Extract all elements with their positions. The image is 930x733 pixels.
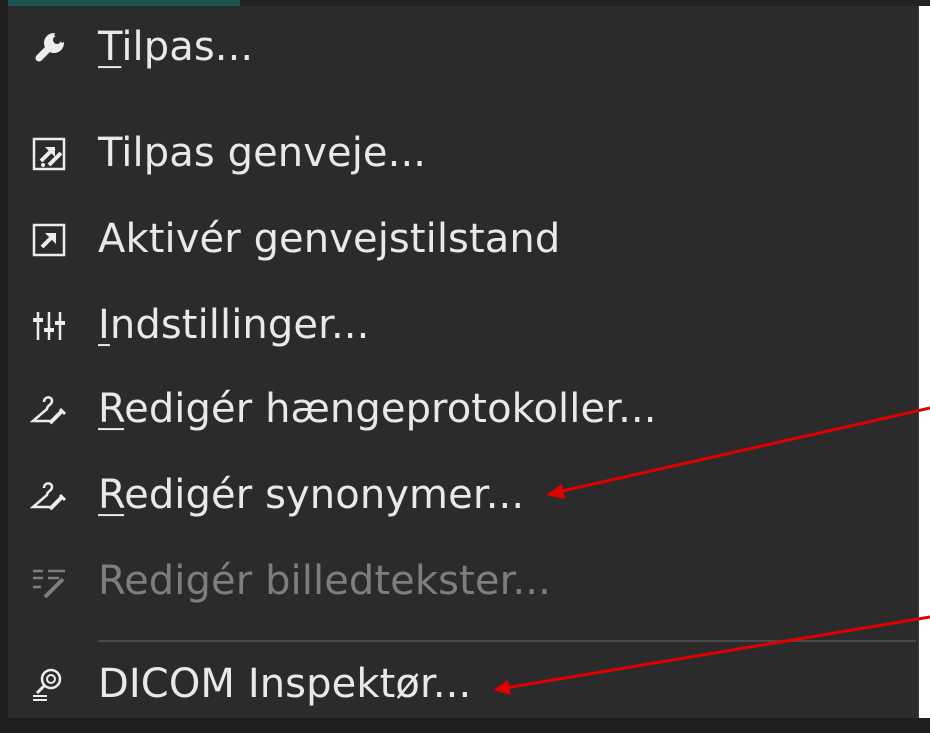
menu-item-label: Tilpas... (98, 24, 254, 71)
background-window-edge (0, 0, 8, 733)
hanger-edit-icon (30, 477, 68, 515)
hanger-edit-icon (30, 391, 68, 429)
menu-item-label: Redigér synonymer... (98, 472, 525, 519)
menu-item-label: Aktivér genvejstilstand (98, 216, 561, 263)
menu-item-edit-hanging-protocols[interactable]: Redigér hængeprotokoller... (8, 368, 918, 452)
menu-item-edit-synonyms[interactable]: Redigér synonymer... (8, 454, 918, 538)
menu-item-label: Redigér hængeprotokoller... (98, 386, 657, 433)
menu-item-customize-shortcuts[interactable]: Tilpas genveje... (8, 112, 918, 196)
menu-item-label: Tilpas genveje... (98, 130, 427, 177)
dicom-inspect-icon (30, 666, 68, 704)
shortcut-edit-icon (30, 135, 68, 173)
shortcut-arrow-icon (30, 221, 68, 259)
menu-item-edit-image-texts: Redigér billedtekster... (8, 540, 918, 624)
wrench-icon (30, 29, 68, 67)
menu-item-settings[interactable]: Indstillinger... (8, 284, 918, 368)
menu-item-label: DICOM Inspektør... (98, 661, 472, 708)
menu-separator (98, 640, 916, 642)
sliders-icon (30, 307, 68, 345)
menu-item-label: Redigér billedtekster... (98, 558, 551, 605)
menu-item-enable-shortcut-mode[interactable]: Aktivér genvejstilstand (8, 198, 918, 282)
text-edit-icon (30, 563, 68, 601)
menu-item-label: Indstillinger... (98, 302, 370, 349)
menu-item-customize[interactable]: Tilpas... (8, 6, 918, 90)
menu-item-dicom-inspector[interactable]: DICOM Inspektør... (8, 643, 918, 727)
context-menu: Tilpas... Tilpas genveje... Aktivér genv… (8, 6, 919, 718)
